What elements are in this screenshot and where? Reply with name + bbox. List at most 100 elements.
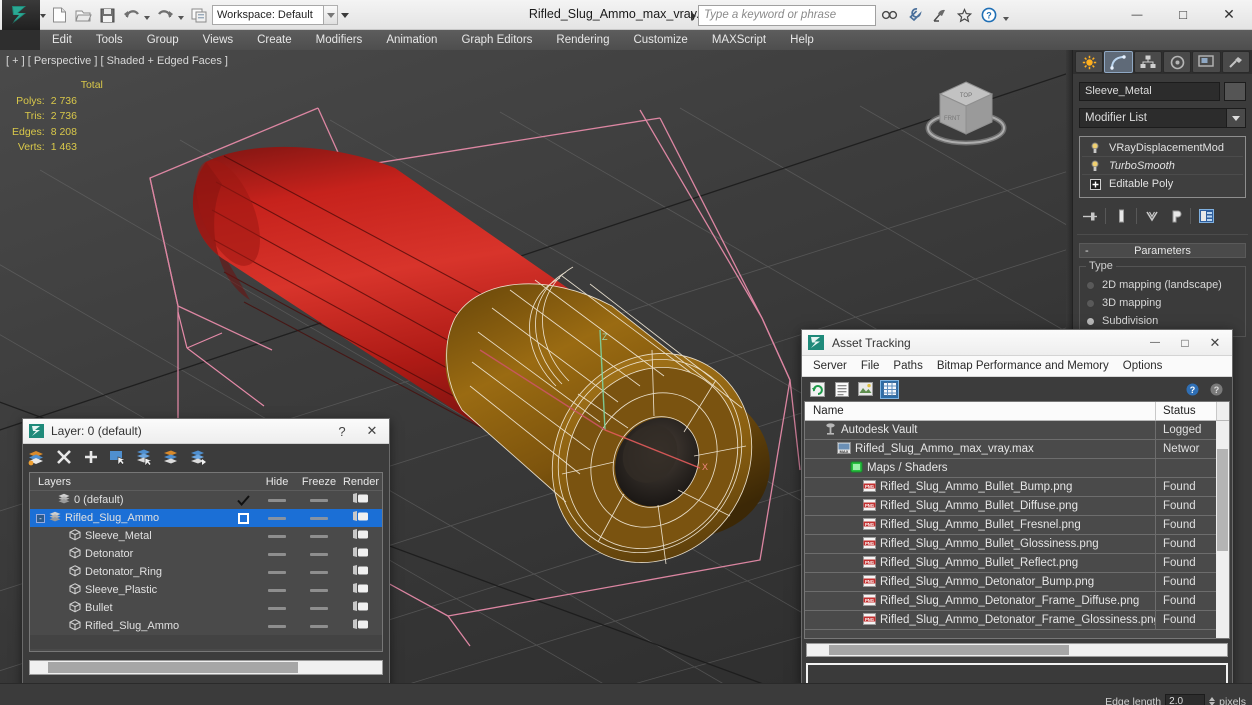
layer-freeze-toggle[interactable]: [298, 534, 340, 538]
radio-icon[interactable]: [1086, 298, 1095, 308]
help-dropdown-caret-icon[interactable]: [1003, 17, 1009, 21]
layer-freeze-toggle[interactable]: [298, 606, 340, 610]
scrollbar-thumb[interactable]: [829, 645, 1069, 655]
select-objects-icon[interactable]: [108, 447, 128, 467]
thumbnail-view-icon[interactable]: [856, 380, 875, 399]
asset-menu-bitmap-performance[interactable]: Bitmap Performance and Memory: [930, 357, 1116, 375]
layer-hide-toggle[interactable]: [256, 588, 298, 592]
layer-row[interactable]: Detonator: [30, 545, 382, 563]
redo-dropdown-caret-icon[interactable]: [178, 15, 184, 20]
layer-row[interactable]: Rifled_Slug_Ammo: [30, 617, 382, 635]
radio-2d-mapping[interactable]: 2D mapping (landscape): [1086, 276, 1239, 294]
menu-item-rendering[interactable]: Rendering: [544, 32, 621, 48]
menu-item-animation[interactable]: Animation: [374, 32, 449, 48]
column-hide[interactable]: Hide: [256, 476, 298, 488]
modifier-stack[interactable]: VRayDisplacementMod TurboSmooth Editable…: [1079, 136, 1246, 198]
asset-menu-server[interactable]: Server: [806, 357, 854, 375]
asset-grid[interactable]: Name Status Autodesk Vault Logged MAX Rifle…: [804, 401, 1230, 639]
layer-hide-toggle[interactable]: [256, 516, 298, 520]
menu-item-graph-editors[interactable]: Graph Editors: [449, 32, 544, 48]
create-tab[interactable]: [1075, 51, 1104, 73]
new-layer-icon[interactable]: [27, 447, 47, 467]
menu-item-maxscript[interactable]: MAXScript: [700, 32, 778, 48]
layer-current-toggle[interactable]: [230, 512, 256, 524]
layer-hide-toggle[interactable]: [256, 552, 298, 556]
add-selection-icon[interactable]: [162, 447, 182, 467]
hierarchy-tab[interactable]: [1133, 51, 1162, 73]
asset-row[interactable]: PNG Rifled_Slug_Ammo_Bullet_Reflect.png Fo…: [805, 553, 1229, 573]
undo-dropdown-caret-icon[interactable]: [144, 15, 150, 20]
asset-grid-vscrollbar[interactable]: [1216, 421, 1229, 638]
edge-length-spinner[interactable]: [1209, 697, 1216, 705]
modifier-list-select[interactable]: Modifier List: [1079, 108, 1227, 128]
project-folder-icon[interactable]: [188, 4, 210, 26]
help-blue-icon[interactable]: ?: [1183, 380, 1202, 399]
radio-subdivision[interactable]: Subdivision: [1086, 312, 1239, 330]
asset-minimize-button[interactable]: —: [1140, 331, 1170, 355]
maximize-button[interactable]: □: [1160, 0, 1206, 29]
menu-item-help[interactable]: Help: [778, 32, 826, 48]
asset-row[interactable]: PNG Rifled_Slug_Ammo_Bullet_Diffuse.png Fo…: [805, 496, 1229, 516]
logo-dropdown-caret-icon[interactable]: [40, 14, 46, 18]
asset-tracking-dialog[interactable]: Asset Tracking — □ ✕ Server File Paths B…: [801, 329, 1233, 689]
search-input[interactable]: Type a keyword or phrase: [698, 5, 876, 26]
asset-row[interactable]: PNG Rifled_Slug_Ammo_Detonator_Frame_Diff…: [805, 591, 1229, 611]
help-icon[interactable]: ?: [978, 4, 1000, 26]
scrollbar-thumb[interactable]: [1217, 449, 1228, 551]
modifier-stack-item-turbosmooth[interactable]: TurboSmooth: [1082, 157, 1243, 175]
modifier-stack-item-editable-poly[interactable]: Editable Poly: [1082, 175, 1243, 193]
edge-length-input[interactable]: 2.0: [1165, 694, 1206, 705]
workspace-menu-caret-icon[interactable]: [338, 5, 352, 25]
help-gray-icon[interactable]: ?: [1207, 380, 1226, 399]
radio-3d-mapping[interactable]: 3D mapping: [1086, 294, 1239, 312]
layer-row[interactable]: - Rifled_Slug_Ammo: [30, 509, 382, 527]
layer-render-toggle[interactable]: [340, 529, 382, 543]
asset-menu-file[interactable]: File: [854, 357, 887, 375]
layer-render-toggle[interactable]: [340, 619, 382, 633]
column-name[interactable]: Name: [805, 402, 1156, 420]
asset-row[interactable]: MAX Rifled_Slug_Ammo_max_vray.max Networ: [805, 439, 1229, 459]
asset-row[interactable]: PNG Rifled_Slug_Ammo_Detonator_Frame_Glos…: [805, 610, 1229, 630]
remove-modifier-icon[interactable]: [1164, 205, 1186, 227]
pin-stack-icon[interactable]: [1079, 205, 1101, 227]
asset-menu-paths[interactable]: Paths: [886, 357, 929, 375]
column-freeze[interactable]: Freeze: [298, 476, 340, 488]
layer-dialog[interactable]: Layer: 0 (default) ? ✕ Layers Hide Freez…: [22, 418, 390, 691]
menu-item-customize[interactable]: Customize: [621, 32, 699, 48]
modify-tab[interactable]: [1104, 51, 1133, 73]
lightbulb-icon[interactable]: [1085, 160, 1105, 172]
layer-freeze-toggle[interactable]: [298, 624, 340, 628]
asset-row[interactable]: PNG Rifled_Slug_Ammo_Bullet_Bump.png Found: [805, 477, 1229, 497]
column-layers[interactable]: Layers: [30, 476, 230, 488]
undo-icon[interactable]: [120, 4, 142, 26]
add-layer-icon[interactable]: [81, 447, 101, 467]
make-unique-icon[interactable]: [1141, 205, 1163, 227]
asset-row[interactable]: Maps / Shaders: [805, 458, 1229, 478]
wrench-icon[interactable]: [903, 4, 925, 26]
grid-view-icon[interactable]: [880, 379, 899, 399]
app-logo-icon[interactable]: [2, 0, 40, 30]
layer-hide-toggle[interactable]: [256, 570, 298, 574]
close-button[interactable]: ✕: [1206, 0, 1252, 29]
viewcube[interactable]: TOP FRNT: [918, 68, 1014, 156]
layer-render-toggle[interactable]: [340, 601, 382, 615]
layer-freeze-toggle[interactable]: [298, 552, 340, 556]
layer-render-toggle[interactable]: [340, 493, 382, 507]
menu-item-modifiers[interactable]: Modifiers: [304, 32, 375, 48]
layer-render-toggle[interactable]: [340, 583, 382, 597]
modifier-stack-item-vraydisplacementmod[interactable]: VRayDisplacementMod: [1082, 139, 1243, 157]
open-file-icon[interactable]: [72, 4, 94, 26]
menu-item-tools[interactable]: Tools: [84, 32, 135, 48]
lightbulb-icon[interactable]: [1085, 142, 1105, 154]
asset-row[interactable]: Autodesk Vault Logged: [805, 420, 1229, 440]
new-file-icon[interactable]: [48, 4, 70, 26]
parameters-rollout-header[interactable]: - Parameters: [1079, 243, 1246, 258]
layer-dialog-close-button[interactable]: ✕: [357, 419, 387, 443]
asset-grid-hscrollbar[interactable]: [806, 643, 1228, 657]
show-end-result-icon[interactable]: [1110, 205, 1132, 227]
expand-collapse-icon[interactable]: -: [36, 513, 45, 523]
viewport-label[interactable]: [ + ] [ Perspective ] [ Shaded + Edged F…: [6, 55, 228, 67]
radio-icon[interactable]: [1086, 316, 1095, 326]
layer-hide-toggle[interactable]: [256, 624, 298, 628]
star-icon[interactable]: [953, 4, 975, 26]
